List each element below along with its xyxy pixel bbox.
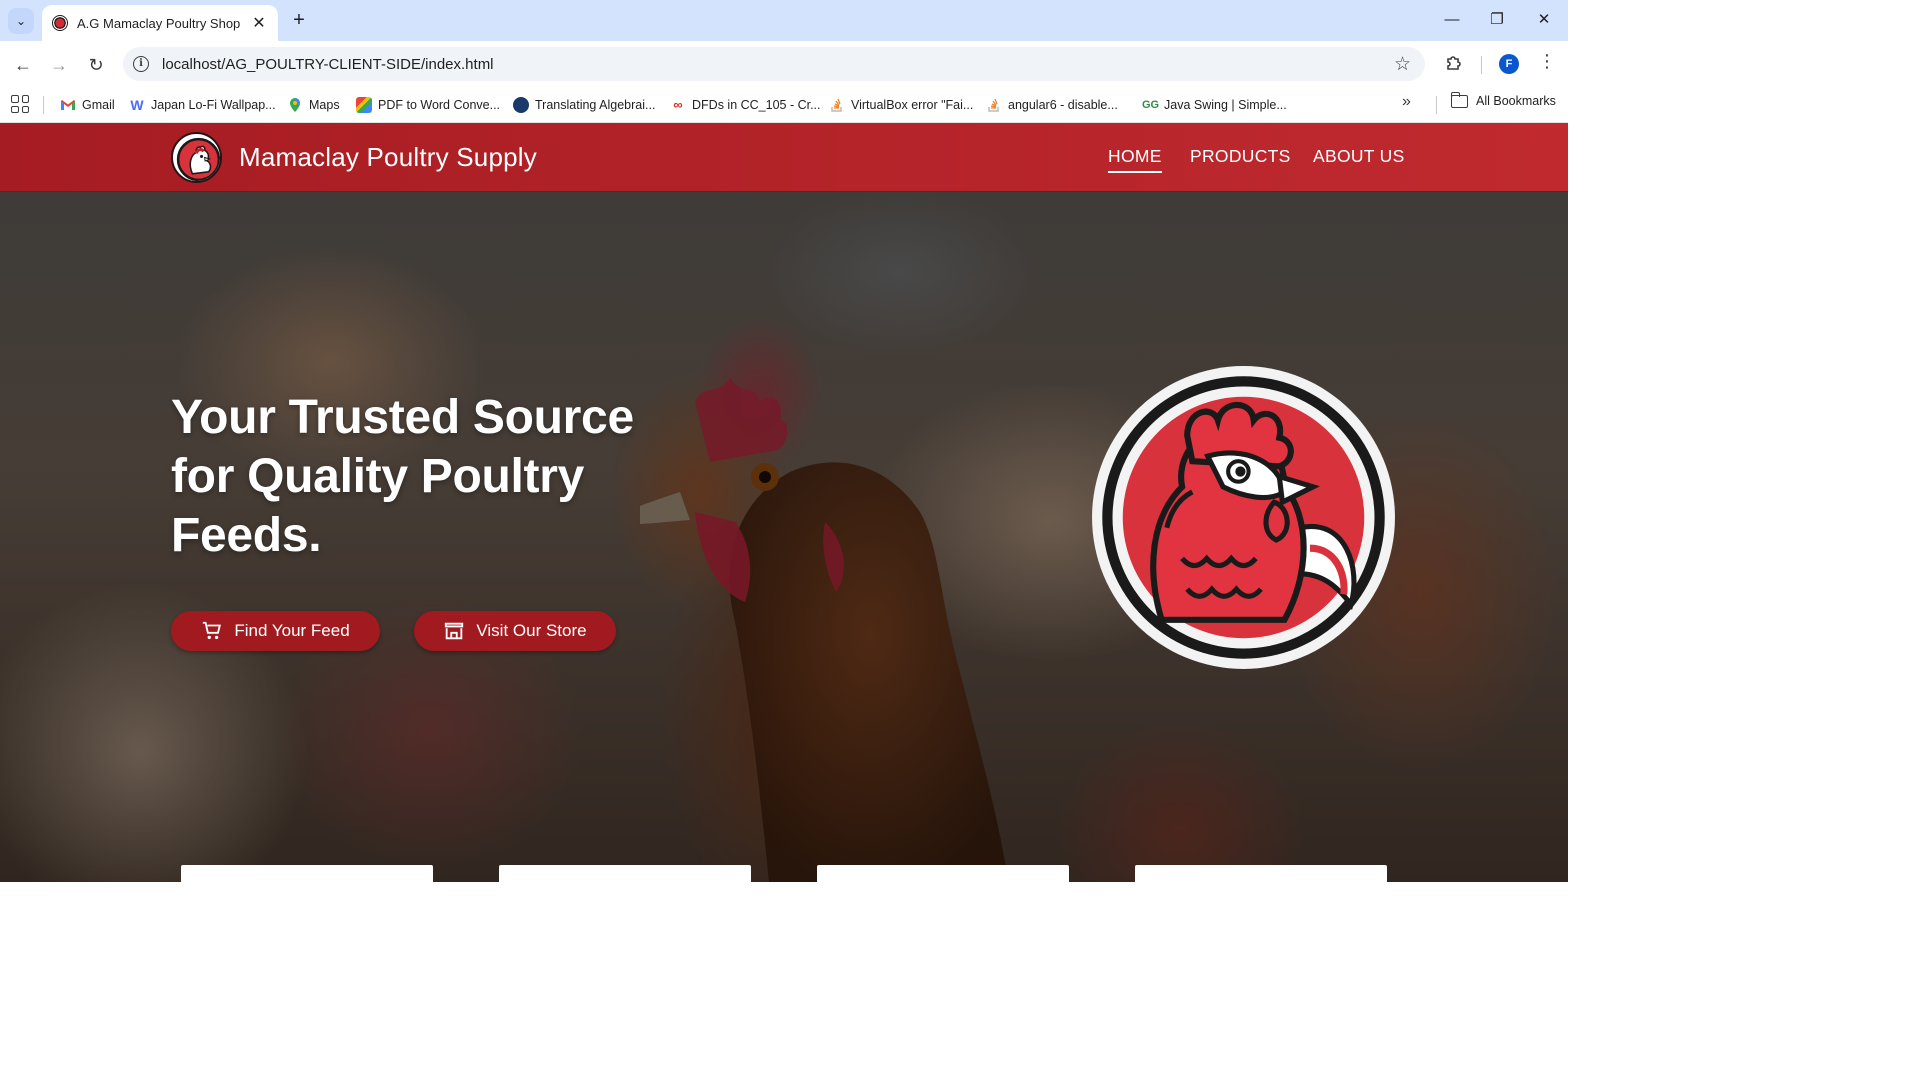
bookmark-star-icon[interactable]: ☆ <box>1394 53 1411 76</box>
tab-search-button[interactable]: ⌄ <box>8 8 34 34</box>
extensions-puzzle-icon[interactable] <box>1444 53 1464 73</box>
feature-card <box>181 865 433 882</box>
browser-menu-icon[interactable]: ⋮ <box>1538 51 1556 72</box>
all-bookmarks-label: All Bookmarks <box>1476 94 1556 108</box>
nav-about-us[interactable]: ABOUT US <box>1313 146 1405 167</box>
rooster-logo-icon[interactable] <box>171 132 222 183</box>
browser-tabstrip: ⌄ A.G Mamaclay Poultry Shop ✕ + — ❐ ✕ <box>0 0 1568 41</box>
site-info-icon[interactable]: i <box>133 56 149 72</box>
bookmark-virtualbox[interactable]: VirtualBox error "Fai... <box>829 94 973 116</box>
find-your-feed-label: Find Your Feed <box>234 621 350 640</box>
site-header: Mamaclay Poultry Supply HOME PRODUCTS AB… <box>0 123 1568 192</box>
bookmark-label: angular6 - disable... <box>1008 98 1118 112</box>
address-bar[interactable]: i localhost/AG_POULTRY-CLIENT-SIDE/index… <box>123 47 1425 81</box>
window-close-icon[interactable]: ✕ <box>1529 8 1559 32</box>
stackoverflow-icon <box>988 98 999 112</box>
bookmark-angular6[interactable]: angular6 - disable... <box>986 94 1118 116</box>
bookmarks-bar: Gmail W Japan Lo-Fi Wallpap... Maps PDF … <box>0 87 1568 123</box>
bookmark-label: Maps <box>309 98 340 112</box>
hero-headline: Your Trusted Source for Quality Poultry … <box>171 391 634 562</box>
wallpaper-site-icon: W <box>130 97 144 113</box>
hero-section: Your Trusted Source for Quality Poultry … <box>0 192 1568 882</box>
folder-icon <box>1450 91 1468 108</box>
visit-our-store-label: Visit Our Store <box>476 621 587 640</box>
translate-site-icon <box>513 97 529 113</box>
forward-arrow-icon[interactable]: → <box>46 52 72 78</box>
nav-products[interactable]: PRODUCTS <box>1190 146 1291 167</box>
find-your-feed-button[interactable]: Find Your Feed <box>171 611 380 651</box>
browser-tab-active[interactable]: A.G Mamaclay Poultry Shop ✕ <box>42 5 278 41</box>
more-bookmarks-chevron-icon[interactable]: » <box>1402 93 1411 111</box>
shopping-cart-icon <box>201 620 223 642</box>
bookmark-pdf-to-word[interactable]: PDF to Word Conve... <box>356 94 500 116</box>
toolbar-separator <box>1481 56 1482 74</box>
bookmark-translating-algebra[interactable]: Translating Algebrai... <box>513 94 655 116</box>
rooster-emblem-icon <box>1092 366 1395 669</box>
address-url[interactable]: localhost/AG_POULTRY-CLIENT-SIDE/index.h… <box>162 56 1394 73</box>
gmail-icon <box>61 100 75 110</box>
bookmark-label: Translating Algebrai... <box>535 98 656 112</box>
apps-grid-icon[interactable] <box>11 95 29 113</box>
stackoverflow-icon <box>831 98 842 112</box>
dfd-site-icon: ∞ <box>673 97 683 112</box>
bookmark-japan-lofi[interactable]: W Japan Lo-Fi Wallpap... <box>129 94 276 116</box>
site-favicon-icon <box>52 15 68 31</box>
bookmark-label: Japan Lo-Fi Wallpap... <box>151 98 276 112</box>
restore-icon[interactable]: ❐ <box>1482 8 1512 32</box>
visit-our-store-button[interactable]: Visit Our Store <box>414 611 616 651</box>
reload-icon[interactable]: ↻ <box>83 52 109 78</box>
all-bookmarks-button[interactable]: All Bookmarks <box>1450 91 1556 108</box>
site-brand-name[interactable]: Mamaclay Poultry Supply <box>239 142 537 173</box>
pdf-converter-icon <box>356 97 372 113</box>
new-tab-icon[interactable]: + <box>289 9 309 32</box>
bookmarks-separator <box>1436 96 1437 114</box>
bookmark-maps[interactable]: Maps <box>287 94 340 116</box>
bookmark-label: PDF to Word Conve... <box>378 98 501 112</box>
tab-close-icon[interactable]: ✕ <box>250 13 268 33</box>
browser-toolbar: ← → ↻ i localhost/AG_POULTRY-CLIENT-SIDE… <box>0 41 1568 87</box>
back-arrow-icon[interactable]: ← <box>10 52 36 78</box>
bookmark-dfds[interactable]: ∞ DFDs in CC_105 - Cr... <box>670 94 821 116</box>
bookmark-label: VirtualBox error "Fai... <box>851 98 974 112</box>
tab-title: A.G Mamaclay Poultry Shop <box>77 15 241 31</box>
geeksforgeeks-icon: GG <box>1142 99 1160 111</box>
page-viewport: Mamaclay Poultry Supply HOME PRODUCTS AB… <box>0 123 1568 882</box>
bookmarks-separator <box>43 96 44 114</box>
nav-home[interactable]: HOME <box>1108 146 1162 173</box>
bookmark-java-swing[interactable]: GG Java Swing | Simple... <box>1142 94 1287 116</box>
bookmark-label: Java Swing | Simple... <box>1164 98 1287 112</box>
feature-card <box>817 865 1069 882</box>
maps-icon <box>290 98 300 112</box>
feature-card <box>1135 865 1387 882</box>
bookmark-gmail[interactable]: Gmail <box>60 94 115 116</box>
feature-card <box>499 865 751 882</box>
bookmark-label: Gmail <box>82 98 115 112</box>
profile-avatar[interactable]: F <box>1499 54 1519 74</box>
minimize-icon[interactable]: — <box>1437 8 1467 32</box>
bookmark-label: DFDs in CC_105 - Cr... <box>692 98 821 112</box>
storefront-icon <box>443 620 465 642</box>
